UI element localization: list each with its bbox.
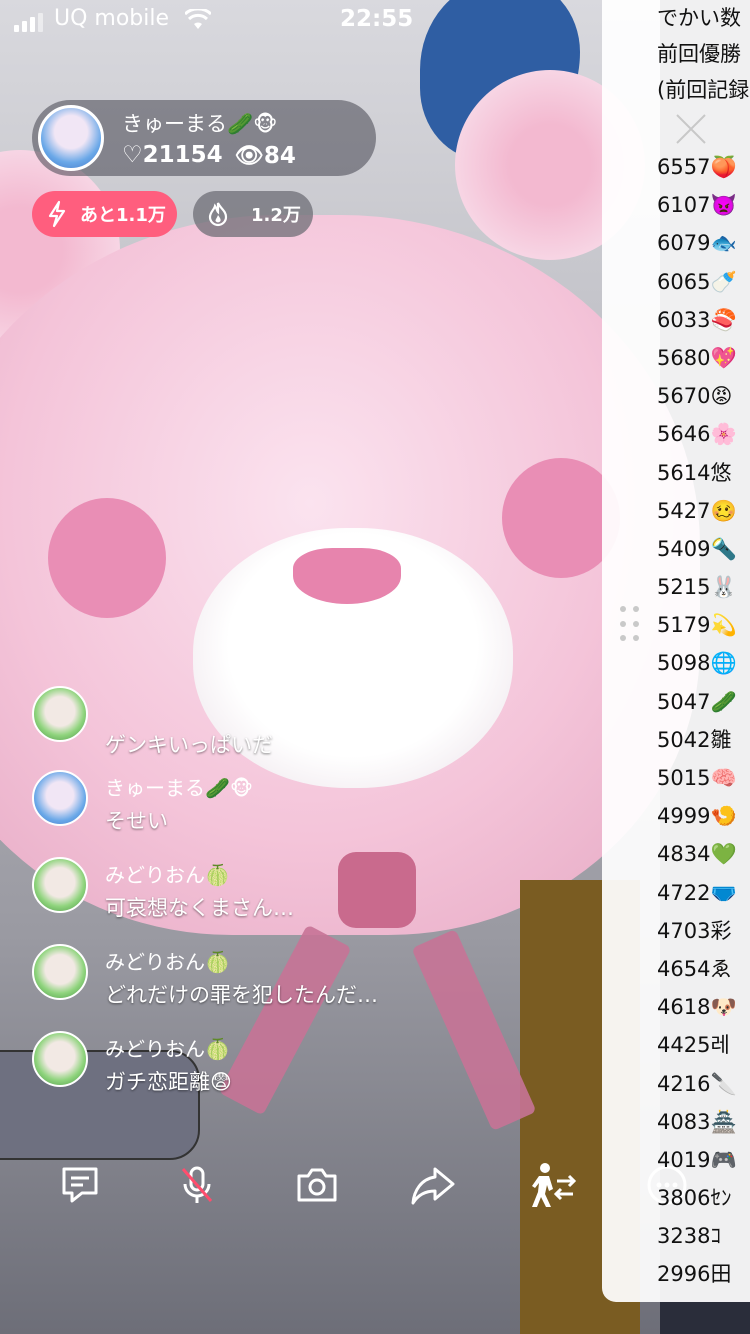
ranking-row: 6107👿 [657, 193, 737, 218]
ranking-header-line: (前回記録 [657, 78, 750, 102]
chat-feed[interactable]: ゲンキいっぱいだ きゅーまる🥒🐵 そせい みどりおん🍈 可哀想なくまさん… みど… [32, 686, 592, 1118]
ranking-row: 6079🐟 [657, 231, 737, 256]
ranking-row: 4618🐶 [657, 995, 737, 1020]
ranking-row: 4216🔪 [657, 1071, 737, 1096]
fire-badge[interactable]: 1.2万 [193, 191, 313, 237]
ranking-row: 5670😡 [657, 384, 733, 409]
chat-username[interactable]: きゅーまる🥒🐵 [105, 772, 253, 801]
ranking-row: 4703彩 [657, 918, 732, 943]
ranking-row: 5098🌐 [657, 651, 737, 676]
chat-message: みどりおん🍈 どれだけの罪を犯したんだ… [32, 944, 592, 1031]
fire-label: 1.2万 [251, 205, 301, 226]
ranking-row: 5646🌸 [657, 422, 737, 447]
ranking-row: 5047🥒 [657, 689, 737, 714]
ranking-row: 4083🏯 [657, 1109, 737, 1134]
wifi-icon [185, 9, 211, 29]
clock: 22:55 [340, 6, 414, 32]
chat-username[interactable]: みどりおん🍈 [105, 946, 230, 975]
ranking-header-line: 前回優勝 [657, 42, 741, 66]
ranking-row: 2996田 [657, 1262, 732, 1287]
ranking-row: 5614悠 [657, 460, 732, 485]
ranking-row: 4722🩲 [657, 880, 737, 905]
chat-avatar[interactable] [32, 686, 88, 742]
chat-username[interactable]: みどりおん🍈 [105, 859, 230, 888]
streamer-name: きゅーまる🥒🐵 [122, 112, 278, 136]
ranking-row: 5179💫 [657, 613, 737, 638]
chat-avatar[interactable] [32, 944, 88, 1000]
chat-avatar[interactable] [32, 1031, 88, 1087]
camera-icon [297, 1168, 337, 1202]
comment-icon [62, 1167, 98, 1203]
chat-text: そせい [105, 809, 168, 833]
ranking-row: 3238ｺ [657, 1224, 721, 1249]
chat-avatar[interactable] [32, 857, 88, 913]
camera-button[interactable] [292, 1160, 342, 1210]
ranking-row: 4999🍤 [657, 804, 737, 829]
ranking-header-line: でかい数 [657, 6, 741, 30]
bear-cheek-left [48, 498, 166, 618]
share-button[interactable] [408, 1160, 458, 1210]
ranking-row: 5015🧠 [657, 766, 737, 790]
ranking-header: でかい数 前回優勝 (前回記録 [657, 0, 750, 108]
ranking-panel[interactable]: でかい数 前回優勝 (前回記録 6557🍑 6107👿 6079🐟 6065🍼 6033… [602, 0, 750, 1302]
ranking-list: 6557🍑 6107👿 6079🐟 6065🍼 6033🍣 5680💖 5670😡 5646🌸… [657, 148, 750, 1294]
ranking-row: 5427🥴 [657, 498, 737, 523]
lightning-icon [48, 200, 66, 228]
ranking-row: 4019🎮 [657, 1147, 737, 1172]
bear-nose [293, 548, 401, 604]
flame-icon [208, 202, 228, 227]
chat-message: みどりおん🍈 ガチ恋距離😨 [32, 1031, 592, 1118]
viewer-count: 👁84 [234, 143, 296, 169]
ranking-row: 4425레 [657, 1033, 730, 1058]
chat-message: みどりおん🍈 可哀想なくまさん… [32, 857, 592, 944]
stream-stats: ♡21154 👁84 [122, 142, 296, 169]
ranking-row: 5042雛 [657, 727, 732, 752]
ranking-row: 6557🍑 [657, 155, 737, 179]
goal-label: あと1.1万 [80, 205, 166, 226]
comment-button[interactable] [55, 1160, 105, 1210]
streamer-card[interactable]: きゅーまる🥒🐵 ♡21154 👁84 [32, 100, 376, 176]
chat-message: きゅーまる🥒🐵 そせい [32, 770, 592, 857]
bottom-toolbar [0, 1160, 687, 1220]
streamer-avatar[interactable] [38, 105, 104, 171]
chat-avatar[interactable] [32, 770, 88, 826]
mic-button[interactable] [172, 1160, 222, 1210]
collab-icon [532, 1163, 577, 1207]
chat-username[interactable]: みどりおん🍈 [105, 1033, 230, 1062]
chat-text: 可哀想なくまさん… [105, 896, 294, 920]
ranking-row: 6065🍼 [657, 269, 737, 294]
status-bar: UQ mobile 22:55 [0, 0, 600, 40]
ranking-row: 4654ゑ [657, 956, 732, 981]
ranking-row: 4834💚 [657, 842, 737, 867]
carrier-name: UQ mobile [54, 6, 170, 31]
like-count: ♡21154 [122, 142, 223, 168]
chat-text: ガチ恋距離😨 [105, 1070, 232, 1094]
share-icon [411, 1167, 455, 1205]
ranking-row: 3806ｾﾝ [657, 1186, 732, 1211]
collab-button[interactable] [527, 1160, 577, 1210]
ranking-row: 5409🔦 [657, 536, 737, 561]
ranking-row: 5215🐰 [657, 575, 737, 600]
mic-muted-icon [181, 1166, 213, 1203]
close-icon[interactable] [674, 112, 708, 146]
signal-icon [14, 13, 43, 32]
drag-handle[interactable] [620, 606, 642, 646]
chat-message: ゲンキいっぱいだ [32, 686, 592, 770]
ranking-row: 6033🍣 [657, 307, 737, 332]
chat-text: どれだけの罪を犯したんだ… [105, 983, 378, 1007]
goal-badge[interactable]: あと1.1万 [32, 191, 177, 237]
chat-text: ゲンキいっぱいだ [105, 733, 273, 757]
ranking-row: 5680💖 [657, 345, 737, 370]
